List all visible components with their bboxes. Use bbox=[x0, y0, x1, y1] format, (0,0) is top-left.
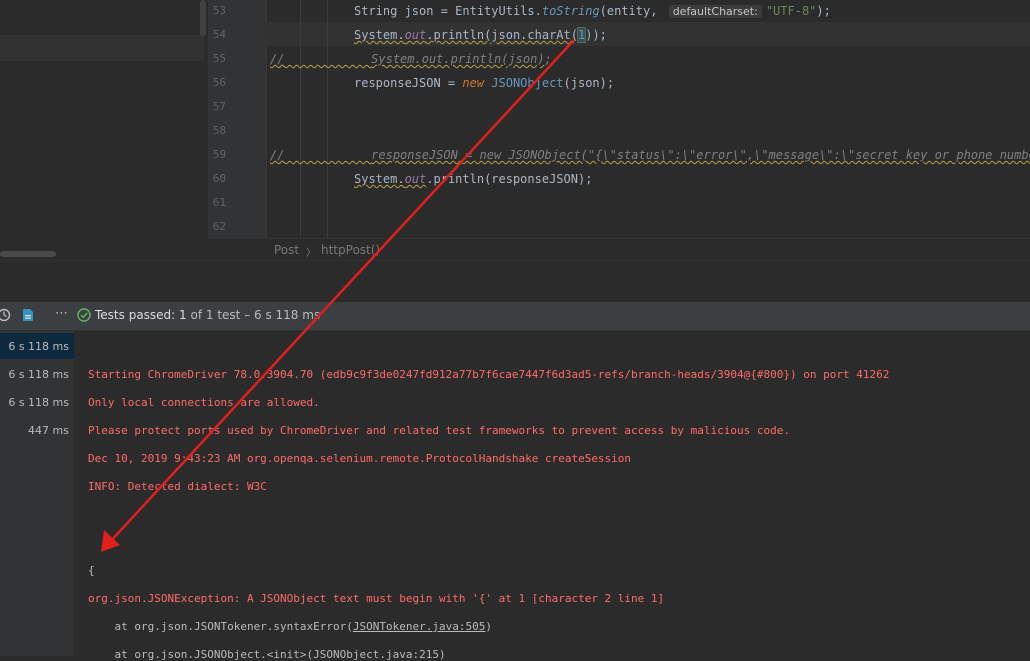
project-panel[interactable] bbox=[0, 0, 208, 260]
test-results-tree[interactable]: 6 s 118 ms 6 s 118 ms 6 s 118 ms 447 ms bbox=[0, 331, 75, 656]
check-circle-icon bbox=[77, 308, 91, 322]
line-number: 60 bbox=[212, 172, 226, 185]
code-line-53: String json = EntityUtils.toString(entit… bbox=[354, 4, 831, 18]
line-number: 59 bbox=[212, 148, 226, 161]
vertical-scrollbar[interactable] bbox=[200, 0, 206, 36]
line-number: 62 bbox=[212, 220, 226, 233]
line-number: 53 bbox=[212, 4, 226, 17]
test-row[interactable]: 6 s 118 ms bbox=[0, 389, 74, 415]
code-editor[interactable]: 53 54 55 56 57 58 59 60 61 62 String jso… bbox=[0, 0, 1030, 261]
test-row[interactable]: 6 s 118 ms bbox=[0, 361, 74, 387]
console-line: Please protect ports used by ChromeDrive… bbox=[88, 424, 790, 437]
line-number: 54 bbox=[212, 28, 226, 41]
indent-guide bbox=[327, 0, 328, 238]
code-line-60: System.out.println(responseJSON); bbox=[354, 172, 593, 186]
test-status: Tests passed: 1 of 1 test – 6 s 118 ms bbox=[95, 308, 321, 322]
console-line: INFO: Detected dialect: W3C bbox=[88, 480, 267, 493]
test-row[interactable]: 6 s 118 ms bbox=[0, 333, 74, 359]
file-icon[interactable] bbox=[21, 308, 35, 322]
stack-trace-link[interactable]: JSONTokener.java:505 bbox=[353, 620, 485, 633]
console-line: org.json.JSONException: A JSONObject tex… bbox=[88, 592, 665, 605]
line-number: 58 bbox=[212, 124, 226, 137]
line-number: 57 bbox=[212, 100, 226, 113]
test-row[interactable]: 447 ms bbox=[0, 417, 74, 443]
clock-icon[interactable] bbox=[0, 308, 11, 322]
project-selected-row[interactable] bbox=[0, 35, 204, 61]
code-line-55: // System.out.println(json); bbox=[270, 52, 552, 66]
code-line-56: responseJSON = new JSONObject(json); bbox=[354, 76, 615, 90]
console-output[interactable]: Starting ChromeDriver 78.0.3904.70 (edb9… bbox=[75, 331, 1030, 661]
indent-guide bbox=[300, 0, 301, 238]
line-number: 56 bbox=[212, 76, 226, 89]
breadcrumb: Post 〉 httpPost() bbox=[208, 238, 1030, 261]
line-number: 55 bbox=[212, 52, 226, 65]
console-line: Only local connections are allowed. bbox=[88, 396, 320, 409]
panel-divider[interactable] bbox=[0, 260, 1030, 303]
console-line: Dec 10, 2019 9:43:23 AM org.openqa.selen… bbox=[88, 452, 632, 465]
code-line-59: // responseJSON = new JSONObject("{\"sta… bbox=[270, 148, 1030, 162]
console-line: { bbox=[88, 564, 95, 577]
code-line-54: System.out.println(json.charAt(1)); bbox=[354, 27, 607, 43]
console-line: Starting ChromeDriver 78.0.3904.70 (edb9… bbox=[88, 368, 890, 381]
breadcrumb-class[interactable]: Post bbox=[274, 243, 299, 257]
parameter-hint: defaultCharset: bbox=[668, 5, 762, 18]
more-icon[interactable]: ⋯ bbox=[55, 306, 69, 321]
line-number-gutter: 53 54 55 56 57 58 59 60 61 62 bbox=[208, 0, 267, 238]
code-area[interactable]: String json = EntityUtils.toString(entit… bbox=[266, 0, 1030, 238]
horizontal-scrollbar[interactable] bbox=[0, 251, 56, 257]
line-number: 61 bbox=[212, 196, 226, 209]
stack-trace-line: at org.json.JSONTokener.syntaxError(JSON… bbox=[88, 620, 492, 633]
breadcrumb-method[interactable]: httpPost() bbox=[321, 243, 380, 257]
console-line: at org.json.JSONObject.<init>(JSONObject… bbox=[88, 648, 446, 661]
test-runner-toolbar: ⋯ Tests passed: 1 of 1 test – 6 s 118 ms bbox=[0, 302, 1030, 331]
breadcrumb-separator-icon: 〉 bbox=[306, 248, 316, 259]
